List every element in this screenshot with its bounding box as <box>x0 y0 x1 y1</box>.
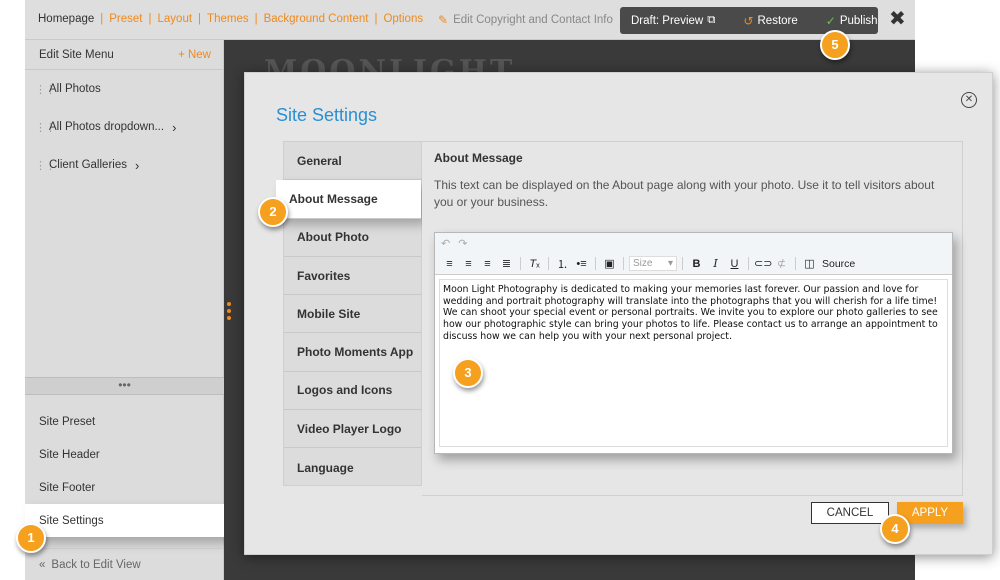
redo-icon[interactable]: ↷ <box>458 237 467 250</box>
editor-text-area[interactable]: Moon Light Photography is dedicated to m… <box>439 279 948 447</box>
paste-icon[interactable]: ▣ <box>601 257 618 270</box>
step-badge-4: 4 <box>880 514 910 544</box>
step-badge-1: 1 <box>16 523 46 553</box>
sidebar-title: Edit Site Menu <box>39 48 114 61</box>
italic-icon[interactable]: I <box>707 257 724 270</box>
sidebar: Edit Site Menu + New ⋮⋮ All Photos ⋮⋮ Al… <box>25 40 235 580</box>
site-settings-modal: Site Settings ✕ General About Message Ab… <box>244 72 993 555</box>
align-center-icon[interactable]: ≡ <box>460 258 477 270</box>
draft-preview-label: Draft: Preview <box>631 14 704 27</box>
tab-photo-moments-app[interactable]: Photo Moments App <box>284 333 421 372</box>
rich-text-editor: ↶ ↷ ≡ ≡ ≡ ≣ Tₓ ⒈ •≡ ▣ Size ▾ B I U ⊂⊃ ⊄ … <box>434 232 953 454</box>
back-to-edit-view-link[interactable]: « Back to Edit View <box>25 548 224 580</box>
publish-button[interactable]: ✓ Publish <box>826 14 878 28</box>
top-nav: Homepage | Preset | Layout | Themes | Ba… <box>38 13 424 25</box>
tab-content-panel: About Message This text can be displayed… <box>422 141 963 496</box>
close-circle-icon[interactable]: ✕ <box>961 92 977 108</box>
tab-favorites[interactable]: Favorites <box>284 257 421 296</box>
restore-label: Restore <box>757 14 798 27</box>
restore-button[interactable]: ↺ Restore <box>743 14 797 28</box>
align-left-icon[interactable]: ≡ <box>441 258 458 270</box>
font-size-select[interactable]: Size ▾ <box>629 256 677 271</box>
sidebar-header: Edit Site Menu + New <box>25 40 223 70</box>
align-right-icon[interactable]: ≡ <box>479 258 496 270</box>
bold-icon[interactable]: B <box>688 258 705 270</box>
sidebar-item-label: Client Galleries <box>49 159 127 171</box>
edit-copyright-link[interactable]: ✎ Edit Copyright and Contact Info <box>438 13 613 27</box>
restore-icon: ↺ <box>743 13 754 28</box>
tab-about-photo[interactable]: About Photo <box>284 219 421 257</box>
draft-preview-button[interactable]: Draft: Preview ⧉ <box>631 14 715 27</box>
source-button[interactable]: Source <box>820 258 855 270</box>
back-label: Back to Edit View <box>51 558 141 571</box>
editor-history-toolbar: ↶ ↷ <box>435 233 952 253</box>
undo-icon[interactable]: ↶ <box>441 237 450 250</box>
tab-about-message[interactable]: About Message <box>276 180 421 219</box>
tab-general[interactable]: General <box>284 142 421 181</box>
sidebar-resize-handle[interactable]: ••• <box>25 377 224 395</box>
chevron-right-icon[interactable]: › <box>135 158 139 173</box>
sidebar-item-client-galleries[interactable]: ⋮⋮ Client Galleries › <box>25 146 223 184</box>
pencil-icon: ✎ <box>438 13 449 27</box>
new-menu-item-button[interactable]: + New <box>178 49 211 61</box>
drag-handle-icon[interactable]: ⋮⋮ <box>35 83 56 96</box>
sidebar-item-site-header[interactable]: Site Header <box>25 438 224 471</box>
panel-resize-handle[interactable] <box>227 302 233 323</box>
unlink-icon[interactable]: ⊄ <box>773 257 790 270</box>
tab-mobile-site[interactable]: Mobile Site <box>284 295 421 334</box>
align-justify-icon[interactable]: ≣ <box>498 257 515 270</box>
top-toolbar: Homepage | Preset | Layout | Themes | Ba… <box>25 0 915 40</box>
step-badge-5: 5 <box>820 30 850 60</box>
check-circle-icon: ✓ <box>825 13 836 28</box>
sidebar-item-site-settings[interactable]: Site Settings <box>25 504 235 537</box>
settings-tabs: General About Message About Photo Favori… <box>276 141 422 486</box>
nav-layout[interactable]: Layout <box>158 13 193 25</box>
chevron-right-icon[interactable]: › <box>172 120 176 135</box>
tab-language[interactable]: Language <box>284 448 421 486</box>
sidebar-item-site-footer[interactable]: Site Footer <box>25 471 224 504</box>
cancel-button[interactable]: CANCEL <box>811 502 889 524</box>
sidebar-item-site-preset[interactable]: Site Preset <box>25 405 224 438</box>
nav-homepage[interactable]: Homepage <box>38 13 94 25</box>
underline-icon[interactable]: U <box>726 258 743 270</box>
nav-preset[interactable]: Preset <box>109 13 142 25</box>
close-icon[interactable]: ✖ <box>889 8 906 30</box>
drag-handle-icon[interactable]: ⋮⋮ <box>35 121 56 134</box>
nav-options[interactable]: Options <box>383 13 423 25</box>
editor-format-toolbar: ≡ ≡ ≡ ≣ Tₓ ⒈ •≡ ▣ Size ▾ B I U ⊂⊃ ⊄ ◫ So… <box>435 253 952 275</box>
external-link-icon: ⧉ <box>707 14 716 26</box>
step-badge-3: 3 <box>453 358 483 388</box>
step-badge-2: 2 <box>258 197 288 227</box>
bulleted-list-icon[interactable]: •≡ <box>573 258 590 270</box>
edit-copyright-label: Edit Copyright and Contact Info <box>453 14 613 26</box>
sidebar-settings-list: Site Preset Site Header Site Footer Site… <box>25 405 235 537</box>
link-icon[interactable]: ⊂⊃ <box>754 257 772 270</box>
tab-video-player-logo[interactable]: Video Player Logo <box>284 410 421 449</box>
publish-label: Publish <box>839 14 878 27</box>
nav-background-content[interactable]: Background Content <box>264 13 369 25</box>
double-chevron-left-icon: « <box>39 558 46 571</box>
tab-logos-and-icons[interactable]: Logos and Icons <box>284 372 421 411</box>
sidebar-item-all-photos-dropdown[interactable]: ⋮⋮ All Photos dropdown... › <box>25 108 223 146</box>
sidebar-item-all-photos[interactable]: ⋮⋮ All Photos <box>25 70 223 108</box>
nav-themes[interactable]: Themes <box>207 13 249 25</box>
clear-format-icon[interactable]: Tₓ <box>526 258 543 270</box>
source-icon[interactable]: ◫ <box>801 257 818 270</box>
section-description: This text can be displayed on the About … <box>434 178 935 209</box>
numbered-list-icon[interactable]: ⒈ <box>554 256 571 272</box>
modal-title: Site Settings <box>276 105 378 125</box>
sidebar-item-label: All Photos <box>49 83 101 95</box>
dropdown-arrow-icon: ▾ <box>667 258 673 269</box>
section-heading: About Message <box>434 151 523 165</box>
sidebar-item-label: All Photos dropdown... <box>49 121 165 133</box>
drag-handle-icon[interactable]: ⋮⋮ <box>35 159 56 172</box>
